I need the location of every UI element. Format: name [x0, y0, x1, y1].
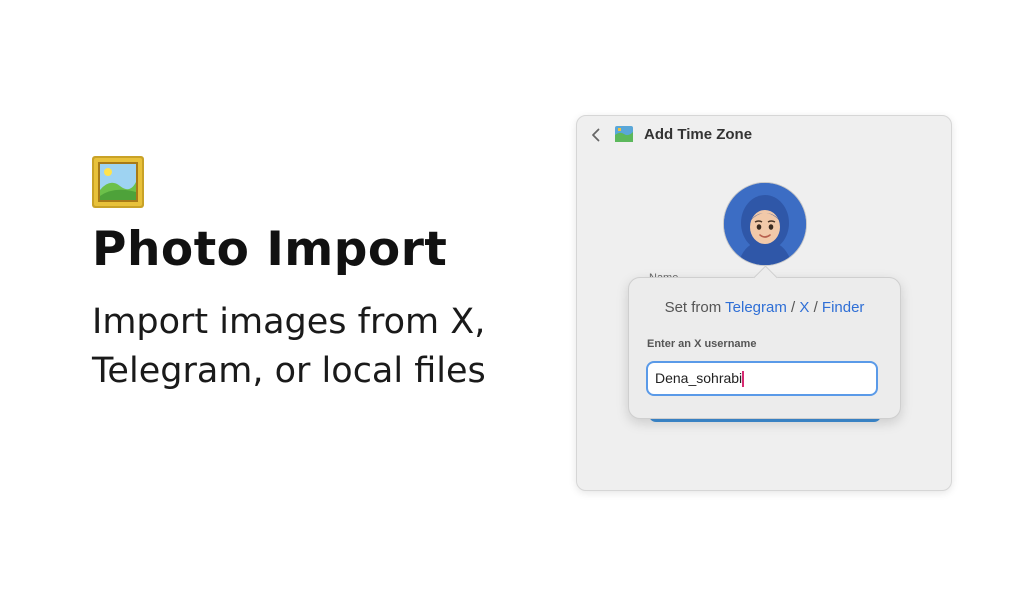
window-titlebar: Add Time Zone — [577, 116, 951, 154]
x-username-label: Enter an X username — [647, 338, 757, 350]
separator: / — [791, 299, 796, 316]
x-username-value: Dena_sohrabi — [655, 370, 743, 386]
avatar-image — [724, 183, 806, 265]
chevron-left-icon[interactable] — [587, 126, 605, 144]
page-subtitle: Import images from X, Telegram, or local… — [92, 302, 486, 391]
framed-picture-icon — [92, 156, 144, 208]
set-from-row: Set from Telegram / X / Finder — [629, 299, 900, 316]
page-title: Photo Import — [92, 222, 448, 277]
x-username-input[interactable]: Dena_sohrabi — [646, 361, 878, 396]
separator: / — [813, 299, 818, 316]
photo-source-popover: Set from Telegram / X / Finder Enter an … — [628, 265, 901, 419]
text-caret — [742, 371, 745, 388]
set-from-label: Set from — [664, 299, 722, 316]
memoji-avatar[interactable] — [723, 182, 807, 266]
source-telegram-link[interactable]: Telegram — [725, 299, 787, 316]
hero-section: Photo Import Import images from X, Teleg… — [92, 156, 512, 396]
map-icon — [615, 126, 633, 142]
source-x-link[interactable]: X — [799, 299, 809, 316]
window-title: Add Time Zone — [644, 126, 753, 143]
source-finder-link[interactable]: Finder — [822, 299, 865, 316]
